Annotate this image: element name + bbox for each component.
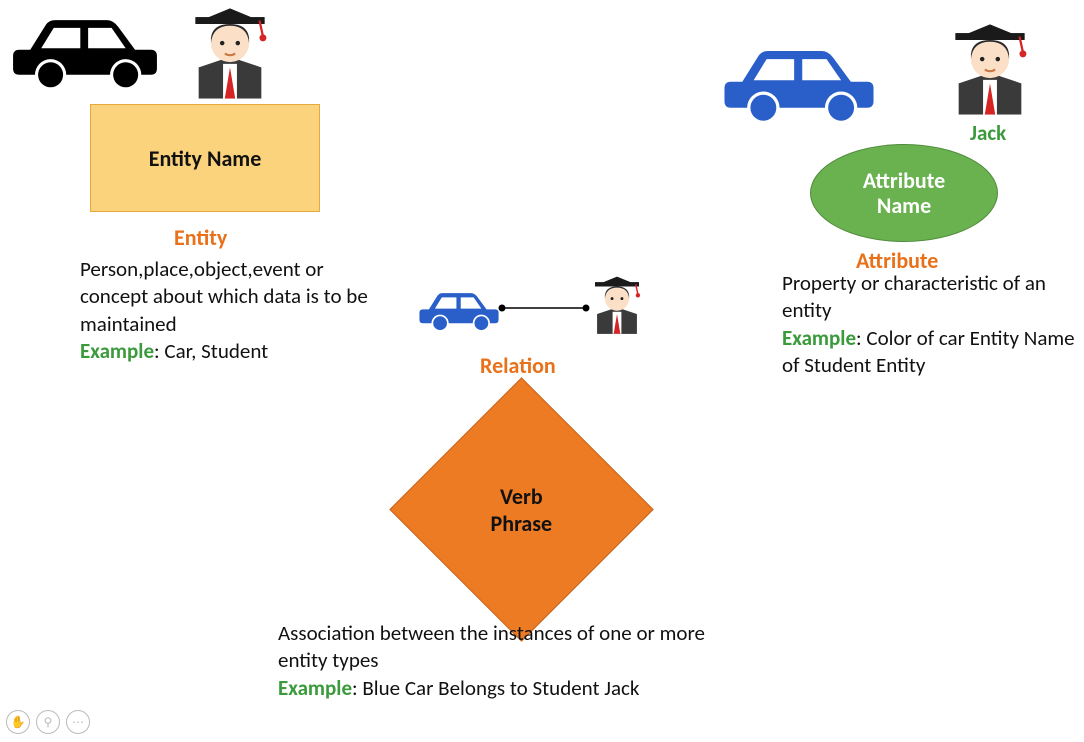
attribute-desc-text: Property or characteristic of an entity — [782, 270, 1046, 323]
more-tool-button[interactable]: ⋯ — [66, 710, 90, 734]
jack-label: Jack — [970, 120, 1006, 146]
relation-heading: Relation — [480, 352, 556, 379]
entity-description: Person,place,object,event or concept abo… — [80, 256, 380, 365]
relation-desc-text: Association between the instances of one… — [278, 620, 705, 673]
relation-example-text: : Blue Car Belongs to Student Jack — [352, 675, 639, 701]
relation-line — [498, 304, 590, 312]
more-icon: ⋯ — [72, 715, 84, 730]
zoom-icon: ⚲ — [44, 715, 53, 730]
student-small-icon — [584, 270, 650, 336]
car-blue-small-icon — [416, 284, 502, 334]
hand-tool-button[interactable]: ✋ — [6, 710, 30, 734]
attribute-ellipse-label: AttributeName — [863, 168, 945, 219]
relation-diamond-label: VerbPhrase — [491, 482, 553, 536]
relation-diamond: VerbPhrase — [389, 377, 653, 641]
car-blue-icon — [718, 36, 880, 126]
attribute-description: Property or characteristic of an entity … — [782, 270, 1078, 379]
attribute-example-prefix: Example — [782, 325, 856, 351]
entity-example-prefix: Example — [80, 338, 154, 364]
relation-example-prefix: Example — [278, 675, 352, 701]
entity-desc-text: Person,place,object,event or concept abo… — [80, 256, 368, 337]
viewer-toolbar: ✋ ⚲ ⋯ — [6, 710, 90, 734]
zoom-tool-button[interactable]: ⚲ — [36, 710, 60, 734]
student-icon — [178, 0, 282, 102]
car-black-icon — [6, 6, 164, 92]
entity-heading: Entity — [174, 224, 227, 251]
student-jack-icon — [938, 14, 1042, 118]
diagram-canvas: Entity Name Entity Person,place,object,e… — [0, 0, 1084, 742]
relation-description: Association between the instances of one… — [278, 620, 758, 702]
entity-box-label: Entity Name — [149, 145, 262, 172]
entity-name-box: Entity Name — [90, 104, 320, 212]
entity-example-text: : Car, Student — [154, 338, 268, 364]
hand-icon: ✋ — [11, 715, 26, 730]
attribute-ellipse: AttributeName — [810, 144, 998, 242]
